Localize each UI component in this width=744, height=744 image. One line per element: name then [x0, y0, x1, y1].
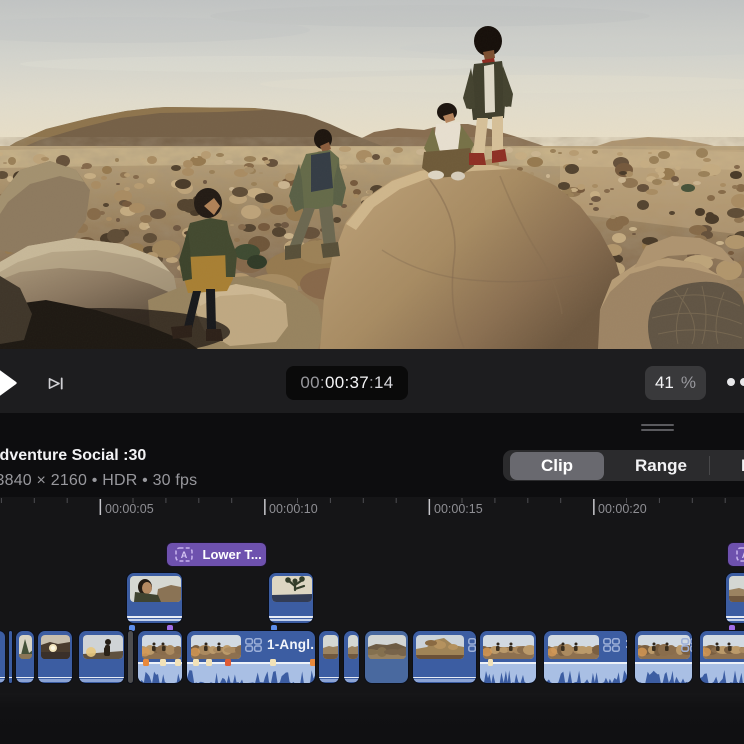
svg-text:00:00:05: 00:00:05 [105, 502, 154, 516]
svg-text:A: A [180, 550, 187, 560]
svg-text:00:00:15: 00:00:15 [434, 502, 483, 516]
svg-text:00:00:10: 00:00:10 [269, 502, 318, 516]
svg-text:00:00:20: 00:00:20 [598, 502, 647, 516]
